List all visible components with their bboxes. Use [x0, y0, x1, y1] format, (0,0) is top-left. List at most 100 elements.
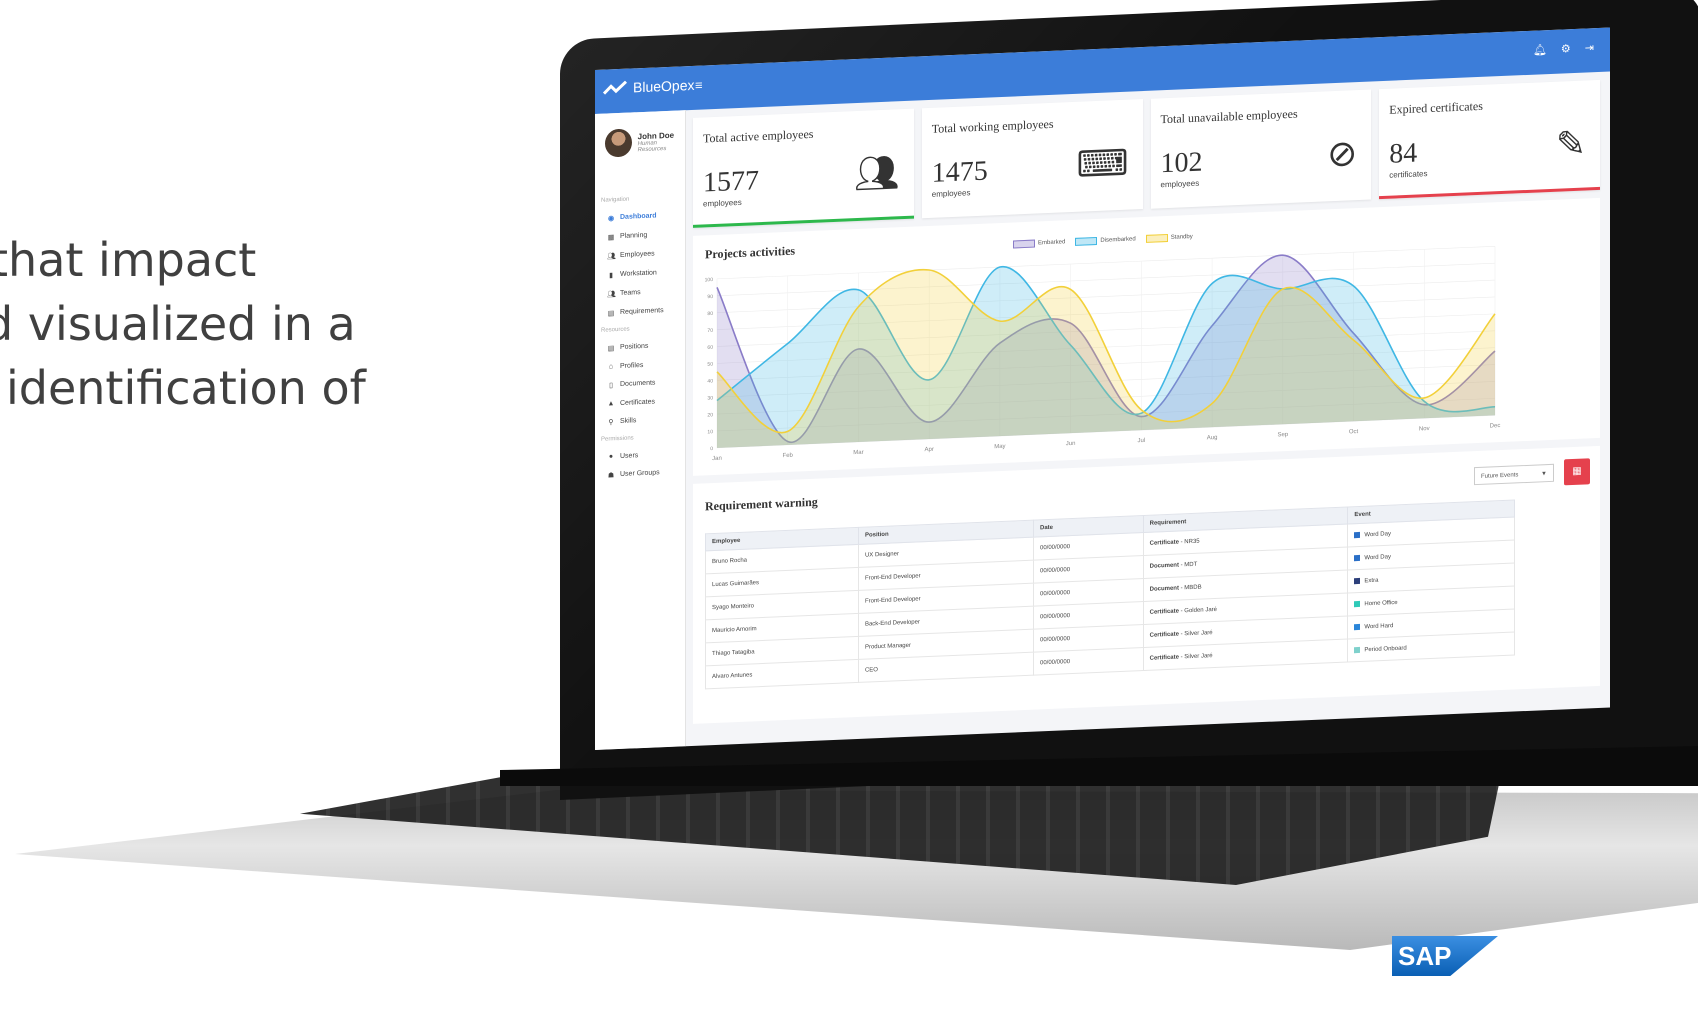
- bell-icon[interactable]: 🔔︎: [1533, 43, 1547, 57]
- projects-activities-chart: 0 10 20 30 40 50 60 70 80 90 100 Jan Feb Mar Apr May Jun…: [705, 245, 1501, 462]
- card-value: 84: [1389, 137, 1418, 170]
- requirement-title: Requirement warning: [705, 494, 818, 514]
- card-unit: employees: [703, 197, 742, 209]
- x-tick-label: Dec: [1490, 423, 1501, 429]
- desk-worker-icon: ⌨: [1076, 141, 1129, 185]
- calendar-icon: ▦: [607, 234, 615, 242]
- card-value: 1577: [703, 165, 759, 199]
- file-icon: ▯: [609, 382, 613, 390]
- user-profile[interactable]: John Doe Human Resources: [605, 126, 685, 158]
- event-filter-value: Future Events: [1481, 472, 1519, 480]
- x-tick-label: Jul: [1138, 438, 1146, 444]
- stat-card[interactable]: Total unavailable employees 102 employee…: [1150, 89, 1372, 209]
- brand-name: BlueOpex: [633, 76, 695, 96]
- card-title: Total active employees: [703, 126, 814, 146]
- brand-logo-icon: [603, 80, 627, 95]
- card-value: 1475: [931, 155, 988, 189]
- calendar-button[interactable]: ▦: [1564, 458, 1590, 486]
- y-tick-label: 0: [710, 446, 713, 452]
- y-tick-label: 40: [707, 378, 713, 384]
- user-group-icon: ☗: [607, 472, 615, 480]
- sidebar-item-label: Planning: [620, 231, 648, 240]
- x-tick-label: Mar: [853, 450, 863, 456]
- requirement-name: - Golden Jaré: [1178, 606, 1217, 615]
- event-color-swatch: [1354, 600, 1361, 607]
- y-tick-label: 100: [705, 277, 714, 283]
- card-unit: certificates: [1389, 169, 1428, 180]
- requirement-name: - Silver Jaré: [1178, 653, 1213, 661]
- slide-line-3: identification of: [6, 361, 366, 415]
- legend-label: Embarked: [1038, 239, 1066, 247]
- stat-card[interactable]: Total active employees 1577 employees 👥︎: [693, 108, 914, 228]
- requirement-name: - MBDB: [1178, 584, 1202, 592]
- x-tick-label: Nov: [1419, 426, 1430, 432]
- main-content: Total active employees 1577 employees 👥︎…: [693, 79, 1600, 746]
- requirement-type: Document: [1149, 585, 1179, 593]
- hamburger-icon[interactable]: ≡: [695, 77, 703, 92]
- legend-item[interactable]: Standby: [1145, 233, 1193, 243]
- sidebar-item-label: Workstation: [620, 269, 657, 278]
- event-label: Extra: [1364, 577, 1379, 585]
- event-label: Period Onboard: [1364, 645, 1407, 654]
- bank-icon: ⌂: [608, 363, 614, 371]
- card-accent-bar: [922, 206, 1143, 218]
- legend-item[interactable]: Embarked: [1013, 238, 1066, 249]
- event-color-swatch: [1354, 554, 1361, 561]
- legend-item[interactable]: Disembarked: [1075, 235, 1136, 246]
- stat-card[interactable]: Total working employees 1475 employees ⌨: [921, 99, 1143, 219]
- legend-swatch: [1013, 239, 1035, 249]
- x-tick-label: Feb: [783, 453, 794, 459]
- legend-label: Standby: [1170, 233, 1193, 241]
- sidebar-item-label: Requirements: [620, 307, 664, 316]
- sidebar-item-label: User Groups: [620, 469, 660, 478]
- sidebar-item-label: Certificates: [620, 398, 656, 407]
- requirement-warning-panel: Requirement warning Future Events ▼ ▦ Em…: [693, 445, 1600, 724]
- slide-line-2: d visualized in a: [0, 297, 356, 351]
- x-tick-label: Sep: [1277, 432, 1288, 438]
- user-role: Human Resources: [637, 139, 667, 153]
- sidebar-item-user-groups[interactable]: ☗ User Groups: [595, 463, 685, 486]
- sidebar-nav: Navigation ◉ Dashboard ▦ Planning 👥︎ Employees…: [595, 190, 685, 486]
- card-title: Total working employees: [931, 116, 1054, 136]
- sidebar-item-label: Skills: [620, 417, 637, 425]
- dashboard-icon: ◉: [607, 215, 615, 223]
- certificate-icon: ✎: [1555, 122, 1586, 165]
- ban-icon: ⊘: [1327, 132, 1358, 175]
- x-tick-label: Aug: [1207, 435, 1218, 441]
- y-tick-label: 60: [707, 345, 713, 351]
- logout-icon[interactable]: ⇥: [1585, 41, 1594, 54]
- date-cell: 00/00/0000: [1033, 647, 1144, 676]
- event-filter-select[interactable]: Future Events ▼: [1474, 463, 1554, 486]
- card-accent-bar: [1379, 186, 1600, 200]
- slide-line-1: that impact: [0, 233, 257, 287]
- avatar: [605, 128, 632, 158]
- sap-logo: SAP: [1392, 936, 1498, 976]
- sidebar-item-label: Users: [620, 452, 639, 460]
- y-tick-label: 90: [707, 294, 713, 300]
- requirement-name: - NR35: [1178, 538, 1200, 546]
- card-title: Expired certificates: [1389, 98, 1483, 117]
- event-label: Word Day: [1364, 530, 1391, 539]
- event-color-swatch: [1354, 623, 1361, 630]
- graduation-cap-icon: ▲: [607, 400, 615, 408]
- chart-legend: Embarked Disembarked Standby: [1013, 233, 1193, 249]
- legend-label: Disembarked: [1100, 236, 1136, 244]
- requirement-type: Certificate: [1149, 539, 1179, 547]
- card-title: Total unavailable employees: [1160, 106, 1298, 127]
- x-tick-label: Jun: [1066, 441, 1076, 447]
- sidebar: John Doe Human Resources Navigation ◉ Dash…: [595, 110, 686, 750]
- users-icon: 👥︎: [607, 253, 616, 261]
- table-icon: ▦: [1572, 465, 1582, 478]
- requirements-table: Employee Position Date Requirement Event Bru…: [705, 499, 1515, 689]
- pin-icon: ⚲: [608, 419, 614, 427]
- y-tick-label: 20: [707, 412, 713, 418]
- y-tick-label: 10: [707, 429, 713, 435]
- event-color-swatch: [1354, 577, 1361, 584]
- gear-icon[interactable]: ⚙: [1561, 42, 1571, 55]
- brand[interactable]: BlueOpex: [603, 77, 694, 97]
- sidebar-item-label: Teams: [620, 289, 641, 297]
- stat-card[interactable]: Expired certificates 84 certificates ✎: [1379, 79, 1600, 200]
- sidebar-item-label: Positions: [620, 342, 649, 351]
- event-label: Word Hard: [1364, 622, 1394, 631]
- event-color-swatch: [1354, 646, 1361, 653]
